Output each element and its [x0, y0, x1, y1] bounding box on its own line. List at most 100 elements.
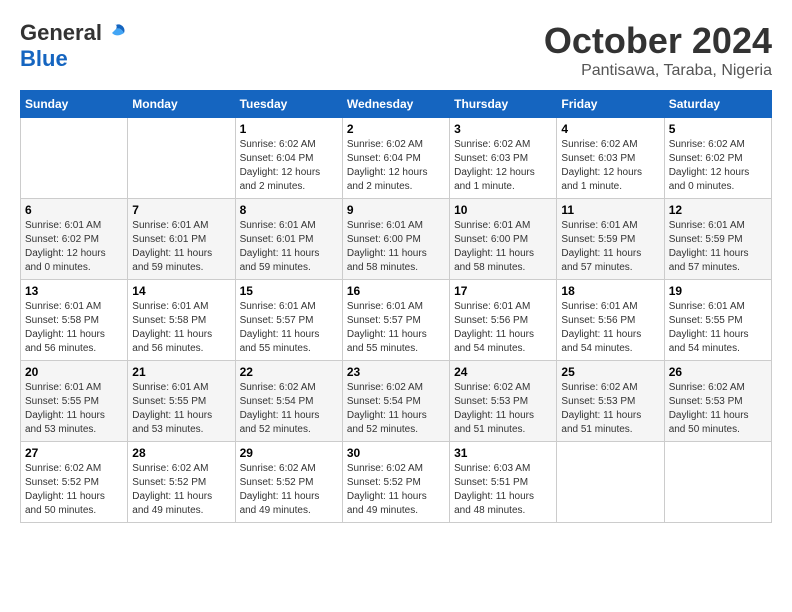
day-number: 5: [669, 122, 767, 136]
calendar-cell: 14Sunrise: 6:01 AM Sunset: 5:58 PM Dayli…: [128, 280, 235, 361]
header-row: SundayMondayTuesdayWednesdayThursdayFrid…: [21, 91, 772, 118]
calendar-cell: 17Sunrise: 6:01 AM Sunset: 5:56 PM Dayli…: [450, 280, 557, 361]
day-info: Sunrise: 6:01 AM Sunset: 5:57 PM Dayligh…: [347, 300, 445, 356]
day-number: 1: [240, 122, 338, 136]
calendar-cell: 26Sunrise: 6:02 AM Sunset: 5:53 PM Dayli…: [664, 361, 771, 442]
day-info: Sunrise: 6:01 AM Sunset: 6:00 PM Dayligh…: [454, 219, 552, 275]
day-number: 7: [132, 203, 230, 217]
calendar-cell: 21 Sunrise: 6:01 AM Sunset: 5:55 PM Dayli…: [128, 361, 235, 442]
calendar-week-4: 20 Sunrise: 6:01 AM Sunset: 5:55 PM Dayli…: [21, 361, 772, 442]
day-info: Sunrise: 6:01 AM Sunset: 5:55 PM Dayligh…: [132, 381, 230, 437]
calendar-cell: 31 Sunrise: 6:03 AM Sunset: 5:51 PM Dayli…: [450, 442, 557, 523]
day-info: Sunrise: 6:01 AM Sunset: 5:55 PM Dayligh…: [669, 300, 767, 356]
day-number: 4: [561, 122, 659, 136]
day-info: Sunrise: 6:02 AM Sunset: 5:53 PM Dayligh…: [454, 381, 552, 437]
calendar-cell: 8 Sunrise: 6:01 AM Sunset: 6:01 PM Daylig…: [235, 199, 342, 280]
day-number: 13: [25, 284, 123, 298]
day-number: 23: [347, 365, 445, 379]
calendar-cell: 23 Sunrise: 6:02 AM Sunset: 5:54 PM Dayli…: [342, 361, 449, 442]
day-number: 9: [347, 203, 445, 217]
calendar-week-5: 27 Sunrise: 6:02 AM Sunset: 5:52 PM Dayli…: [21, 442, 772, 523]
header-day-friday: Friday: [557, 91, 664, 118]
day-info: Sunrise: 6:01 AM Sunset: 5:58 PM Dayligh…: [132, 300, 230, 356]
day-info: Sunrise: 6:02 AM Sunset: 5:53 PM Dayligh…: [561, 381, 659, 437]
calendar-table: SundayMondayTuesdayWednesdayThursdayFrid…: [20, 90, 772, 523]
day-number: 18: [561, 284, 659, 298]
page-header: General Blue October 2024 Pantisawa, Tar…: [20, 20, 772, 80]
day-number: 20: [25, 365, 123, 379]
header-day-wednesday: Wednesday: [342, 91, 449, 118]
header-day-tuesday: Tuesday: [235, 91, 342, 118]
day-number: 22: [240, 365, 338, 379]
calendar-cell: 1 Sunrise: 6:02 AM Sunset: 6:04 PM Daylig…: [235, 118, 342, 199]
day-info: Sunrise: 6:01 AM Sunset: 6:01 PM Dayligh…: [132, 219, 230, 275]
calendar-cell: 22Sunrise: 6:02 AM Sunset: 5:54 PM Dayli…: [235, 361, 342, 442]
day-info: Sunrise: 6:01 AM Sunset: 5:59 PM Dayligh…: [561, 219, 659, 275]
calendar-week-3: 13 Sunrise: 6:01 AM Sunset: 5:58 PM Dayli…: [21, 280, 772, 361]
calendar-cell: 9 Sunrise: 6:01 AM Sunset: 6:00 PM Daylig…: [342, 199, 449, 280]
calendar-cell: 16 Sunrise: 6:01 AM Sunset: 5:57 PM Dayli…: [342, 280, 449, 361]
day-info: Sunrise: 6:02 AM Sunset: 6:02 PM Dayligh…: [669, 138, 767, 194]
logo-bird-icon: [104, 21, 128, 45]
day-info: Sunrise: 6:02 AM Sunset: 5:52 PM Dayligh…: [25, 462, 123, 518]
day-number: 6: [25, 203, 123, 217]
day-info: Sunrise: 6:02 AM Sunset: 6:04 PM Dayligh…: [347, 138, 445, 194]
calendar-cell: 19 Sunrise: 6:01 AM Sunset: 5:55 PM Dayli…: [664, 280, 771, 361]
calendar-cell: 29 Sunrise: 6:02 AM Sunset: 5:52 PM Dayli…: [235, 442, 342, 523]
calendar-cell: 10Sunrise: 6:01 AM Sunset: 6:00 PM Dayli…: [450, 199, 557, 280]
header-day-thursday: Thursday: [450, 91, 557, 118]
day-number: 15: [240, 284, 338, 298]
calendar-cell: 18 Sunrise: 6:01 AM Sunset: 5:56 PM Dayli…: [557, 280, 664, 361]
day-info: Sunrise: 6:02 AM Sunset: 6:03 PM Dayligh…: [454, 138, 552, 194]
calendar-cell: 5 Sunrise: 6:02 AM Sunset: 6:02 PM Daylig…: [664, 118, 771, 199]
calendar-cell: 3Sunrise: 6:02 AM Sunset: 6:03 PM Daylig…: [450, 118, 557, 199]
header-day-monday: Monday: [128, 91, 235, 118]
day-number: 30: [347, 446, 445, 460]
day-info: Sunrise: 6:03 AM Sunset: 5:51 PM Dayligh…: [454, 462, 552, 518]
day-info: Sunrise: 6:02 AM Sunset: 5:52 PM Dayligh…: [240, 462, 338, 518]
day-number: 31: [454, 446, 552, 460]
day-number: 29: [240, 446, 338, 460]
calendar-cell: 24 Sunrise: 6:02 AM Sunset: 5:53 PM Dayli…: [450, 361, 557, 442]
calendar-cell: 27 Sunrise: 6:02 AM Sunset: 5:52 PM Dayli…: [21, 442, 128, 523]
logo-blue-text: Blue: [20, 46, 68, 72]
day-info: Sunrise: 6:02 AM Sunset: 5:54 PM Dayligh…: [347, 381, 445, 437]
day-info: Sunrise: 6:02 AM Sunset: 5:53 PM Dayligh…: [669, 381, 767, 437]
day-info: Sunrise: 6:01 AM Sunset: 6:00 PM Dayligh…: [347, 219, 445, 275]
day-number: 24: [454, 365, 552, 379]
day-number: 25: [561, 365, 659, 379]
logo: General Blue: [20, 20, 128, 72]
day-info: Sunrise: 6:02 AM Sunset: 6:04 PM Dayligh…: [240, 138, 338, 194]
month-title: October 2024: [544, 20, 772, 62]
day-info: Sunrise: 6:02 AM Sunset: 5:52 PM Dayligh…: [347, 462, 445, 518]
calendar-cell: 25 Sunrise: 6:02 AM Sunset: 5:53 PM Dayli…: [557, 361, 664, 442]
day-info: Sunrise: 6:02 AM Sunset: 6:03 PM Dayligh…: [561, 138, 659, 194]
calendar-cell: 30 Sunrise: 6:02 AM Sunset: 5:52 PM Dayli…: [342, 442, 449, 523]
calendar-cell: 13 Sunrise: 6:01 AM Sunset: 5:58 PM Dayli…: [21, 280, 128, 361]
day-info: Sunrise: 6:01 AM Sunset: 5:58 PM Dayligh…: [25, 300, 123, 356]
calendar-cell: 4 Sunrise: 6:02 AM Sunset: 6:03 PM Daylig…: [557, 118, 664, 199]
day-number: 19: [669, 284, 767, 298]
calendar-week-2: 6 Sunrise: 6:01 AM Sunset: 6:02 PM Daylig…: [21, 199, 772, 280]
day-info: Sunrise: 6:01 AM Sunset: 6:01 PM Dayligh…: [240, 219, 338, 275]
calendar-cell: 2 Sunrise: 6:02 AM Sunset: 6:04 PM Daylig…: [342, 118, 449, 199]
calendar-cell: 7 Sunrise: 6:01 AM Sunset: 6:01 PM Daylig…: [128, 199, 235, 280]
day-info: Sunrise: 6:01 AM Sunset: 5:56 PM Dayligh…: [454, 300, 552, 356]
day-number: 16: [347, 284, 445, 298]
calendar-cell: [664, 442, 771, 523]
calendar-cell: [128, 118, 235, 199]
day-number: 12: [669, 203, 767, 217]
day-info: Sunrise: 6:01 AM Sunset: 5:56 PM Dayligh…: [561, 300, 659, 356]
calendar-cell: 12Sunrise: 6:01 AM Sunset: 5:59 PM Dayli…: [664, 199, 771, 280]
header-day-saturday: Saturday: [664, 91, 771, 118]
title-section: October 2024 Pantisawa, Taraba, Nigeria: [544, 20, 772, 80]
calendar-cell: 28Sunrise: 6:02 AM Sunset: 5:52 PM Dayli…: [128, 442, 235, 523]
header-day-sunday: Sunday: [21, 91, 128, 118]
day-number: 27: [25, 446, 123, 460]
calendar-cell: 11Sunrise: 6:01 AM Sunset: 5:59 PM Dayli…: [557, 199, 664, 280]
day-number: 8: [240, 203, 338, 217]
day-number: 21: [132, 365, 230, 379]
day-info: Sunrise: 6:01 AM Sunset: 5:55 PM Dayligh…: [25, 381, 123, 437]
day-number: 2: [347, 122, 445, 136]
day-info: Sunrise: 6:01 AM Sunset: 6:02 PM Dayligh…: [25, 219, 123, 275]
